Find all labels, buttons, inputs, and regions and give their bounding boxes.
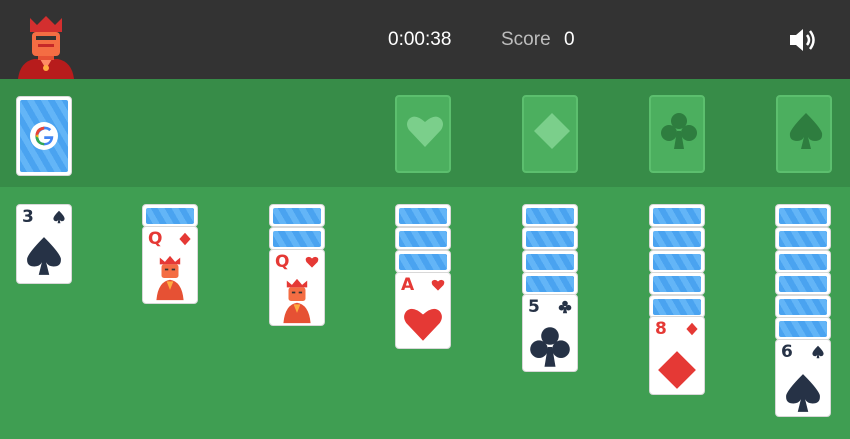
- foundation-diamonds[interactable]: [522, 95, 578, 173]
- card-A-hearts[interactable]: A: [395, 272, 451, 349]
- card-face-down: [649, 295, 705, 318]
- card-rank: Q: [148, 229, 163, 249]
- card-face-down: [269, 204, 325, 227]
- card-face-down: [775, 295, 831, 318]
- card-face-down: [395, 227, 451, 250]
- card-face-down: [775, 317, 831, 340]
- card-face-down: [522, 227, 578, 250]
- diamond-icon: [686, 322, 698, 336]
- card-face-down: [775, 250, 831, 273]
- speaker-icon[interactable]: [788, 26, 818, 54]
- card-rank: A: [401, 275, 415, 295]
- card-face-down: [775, 204, 831, 227]
- card-face-down: [775, 272, 831, 295]
- diamond-icon: [534, 113, 570, 149]
- stock-pile[interactable]: G: [16, 96, 72, 176]
- card-face-down: [522, 204, 578, 227]
- spade-icon: [53, 210, 65, 224]
- foundation-clubs[interactable]: [649, 95, 705, 173]
- card-face-down: [649, 250, 705, 273]
- card-rank: 8: [655, 319, 667, 339]
- player-avatar: [18, 16, 74, 79]
- foundation-spades[interactable]: [776, 95, 832, 173]
- card-face-down: [269, 227, 325, 250]
- card-rank: Q: [275, 252, 290, 272]
- card-rank: 5: [528, 297, 540, 317]
- card-6-spades[interactable]: 6: [775, 339, 831, 417]
- queen-figure-icon: [156, 255, 184, 301]
- card-face-down: [142, 204, 198, 227]
- diamond-icon: [179, 232, 191, 246]
- heart-icon: [431, 279, 445, 291]
- card-rank: 6: [781, 342, 793, 362]
- card-face-down: [649, 227, 705, 250]
- spade-icon: [812, 345, 824, 359]
- google-logo-icon: [30, 122, 58, 150]
- card-face-down: [649, 204, 705, 227]
- spade-icon: [27, 237, 61, 275]
- card-Q-diamonds[interactable]: Q: [142, 226, 198, 304]
- card-8-diamonds[interactable]: 8: [649, 316, 705, 395]
- card-face-down: [522, 272, 578, 295]
- card-face-down: [775, 227, 831, 250]
- card-face-down: [649, 272, 705, 295]
- heart-icon: [305, 256, 319, 268]
- club-icon: [558, 300, 572, 314]
- diamond-icon: [658, 351, 696, 389]
- card-Q-hearts[interactable]: Q: [269, 249, 325, 326]
- foundation-hearts[interactable]: [395, 95, 451, 173]
- card-face-down: [395, 250, 451, 273]
- spade-icon: [789, 113, 823, 149]
- spade-icon: [786, 374, 820, 412]
- heart-icon: [404, 308, 442, 341]
- card-face-down: [522, 250, 578, 273]
- card-face-down: [395, 204, 451, 227]
- card-rank: 3: [22, 207, 34, 227]
- score-label: Score: [501, 29, 551, 50]
- card-5-clubs[interactable]: 5: [522, 294, 578, 372]
- game-timer: 0:00:38: [388, 29, 452, 50]
- card-3-spades[interactable]: 3: [16, 204, 72, 284]
- club-icon: [530, 327, 570, 367]
- score-value: 0: [564, 29, 575, 50]
- heart-icon: [407, 116, 443, 147]
- queen-figure-icon: [283, 278, 311, 324]
- club-icon: [661, 113, 697, 149]
